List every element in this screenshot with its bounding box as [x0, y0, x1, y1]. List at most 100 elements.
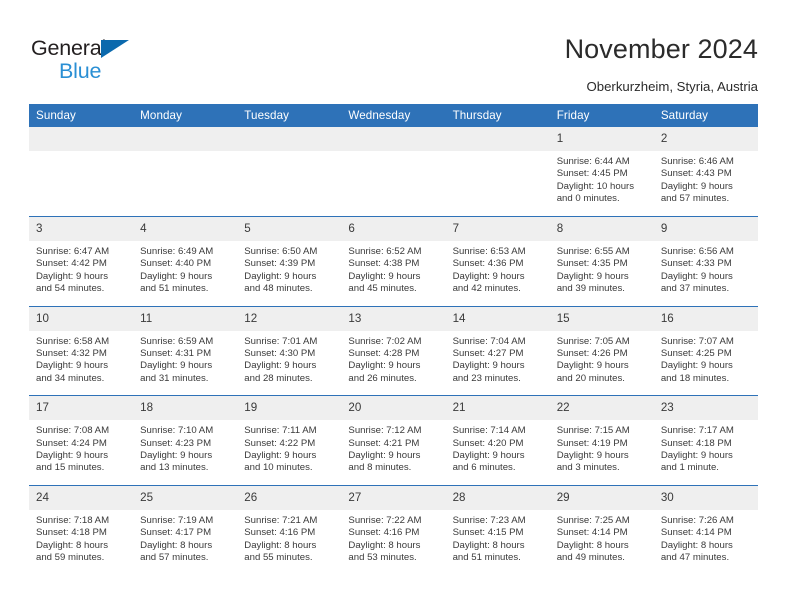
- day-cell[interactable]: 17 Sunrise: 7:08 AM Sunset: 4:24 PM Dayli…: [29, 395, 134, 486]
- day-details: Sunrise: 7:26 AM Sunset: 4:14 PM Dayligh…: [660, 514, 734, 563]
- day-details: Sunrise: 7:05 AM Sunset: 4:26 PM Dayligh…: [556, 335, 630, 384]
- day-cell[interactable]: 10 Sunrise: 6:58 AM Sunset: 4:32 PM Dayli…: [29, 305, 134, 396]
- day-details: Sunrise: 6:46 AM Sunset: 4:43 PM Dayligh…: [660, 156, 734, 205]
- day-number: 27: [341, 486, 446, 510]
- day-details: Sunrise: 7:01 AM Sunset: 4:30 PM Dayligh…: [244, 335, 318, 384]
- calendar-week-row: 1 Sunrise: 6:44 AM Sunset: 4:45 PM Daylig…: [29, 127, 758, 217]
- day-number: 13: [341, 307, 446, 331]
- day-details: Sunrise: 7:23 AM Sunset: 4:15 PM Dayligh…: [452, 514, 526, 563]
- day-number: 14: [445, 307, 550, 331]
- weekday-header-wednesday: Wednesday: [341, 104, 446, 127]
- day-number: [133, 127, 238, 151]
- general-blue-logo[interactable]: General Blue: [31, 37, 171, 84]
- day-number: 24: [29, 486, 134, 510]
- day-cell[interactable]: 20 Sunrise: 7:12 AM Sunset: 4:21 PM Dayli…: [341, 395, 446, 486]
- day-details: Sunrise: 6:47 AM Sunset: 4:42 PM Dayligh…: [36, 246, 110, 295]
- day-details: Sunrise: 7:11 AM Sunset: 4:22 PM Dayligh…: [244, 425, 317, 474]
- day-number: [445, 127, 550, 151]
- day-details: Sunrise: 7:22 AM Sunset: 4:16 PM Dayligh…: [348, 514, 422, 563]
- sunrise-sunset-calendar: Sunday Monday Tuesday Wednesday Thursday…: [29, 104, 758, 575]
- day-details: Sunrise: 7:19 AM Sunset: 4:17 PM Dayligh…: [140, 514, 214, 563]
- day-number: 15: [549, 307, 654, 331]
- day-cell[interactable]: 4 Sunrise: 6:49 AM Sunset: 4:40 PM Daylig…: [133, 216, 238, 307]
- day-cell[interactable]: 9 Sunrise: 6:56 AM Sunset: 4:33 PM Daylig…: [653, 216, 758, 307]
- day-details: Sunrise: 7:25 AM Sunset: 4:14 PM Dayligh…: [556, 514, 630, 563]
- day-details: Sunrise: 7:08 AM Sunset: 4:24 PM Dayligh…: [36, 425, 110, 474]
- day-details: Sunrise: 6:44 AM Sunset: 4:45 PM Dayligh…: [556, 156, 635, 205]
- day-number: 7: [445, 217, 550, 242]
- day-details: Sunrise: 6:58 AM Sunset: 4:32 PM Dayligh…: [36, 335, 110, 384]
- day-number: [237, 127, 342, 151]
- page-location: Oberkurzheim, Styria, Austria: [586, 79, 759, 94]
- calendar-header-row: Sunday Monday Tuesday Wednesday Thursday…: [29, 104, 758, 127]
- day-number: 1: [549, 127, 654, 151]
- day-cell[interactable]: 26 Sunrise: 7:21 AM Sunset: 4:16 PM Dayli…: [237, 484, 342, 575]
- day-number: 9: [653, 217, 758, 242]
- day-cell[interactable]: 22 Sunrise: 7:15 AM Sunset: 4:19 PM Dayli…: [549, 395, 654, 486]
- day-cell[interactable]: 1 Sunrise: 6:44 AM Sunset: 4:45 PM Daylig…: [549, 127, 654, 217]
- day-number: [341, 127, 446, 151]
- day-cell[interactable]: 24 Sunrise: 7:18 AM Sunset: 4:18 PM Dayli…: [29, 484, 134, 575]
- day-cell[interactable]: 23 Sunrise: 7:17 AM Sunset: 4:18 PM Dayli…: [653, 395, 758, 486]
- weekday-header-thursday: Thursday: [445, 104, 550, 127]
- day-cell[interactable]: 12 Sunrise: 7:01 AM Sunset: 4:30 PM Dayli…: [237, 305, 342, 396]
- day-cell[interactable]: [341, 127, 446, 217]
- day-number: 18: [133, 396, 238, 421]
- day-number: 12: [237, 307, 342, 331]
- day-details: Sunrise: 6:53 AM Sunset: 4:36 PM Dayligh…: [452, 246, 526, 295]
- day-cell[interactable]: 30 Sunrise: 7:26 AM Sunset: 4:14 PM Dayli…: [653, 484, 758, 575]
- logo-text-blue: Blue: [59, 58, 102, 83]
- day-cell[interactable]: 16 Sunrise: 7:07 AM Sunset: 4:25 PM Dayli…: [653, 305, 758, 396]
- weekday-header-sunday: Sunday: [29, 104, 134, 127]
- day-number: 4: [133, 217, 238, 242]
- day-cell[interactable]: 6 Sunrise: 6:52 AM Sunset: 4:38 PM Daylig…: [341, 216, 446, 307]
- day-details: Sunrise: 7:21 AM Sunset: 4:16 PM Dayligh…: [244, 514, 318, 563]
- day-cell[interactable]: 28 Sunrise: 7:23 AM Sunset: 4:15 PM Dayli…: [445, 484, 550, 575]
- day-cell[interactable]: 2 Sunrise: 6:46 AM Sunset: 4:43 PM Daylig…: [653, 127, 758, 217]
- day-cell[interactable]: [133, 127, 238, 217]
- day-cell[interactable]: 18 Sunrise: 7:10 AM Sunset: 4:23 PM Dayli…: [133, 395, 238, 486]
- day-details: Sunrise: 7:14 AM Sunset: 4:20 PM Dayligh…: [452, 425, 526, 474]
- day-number: 17: [29, 396, 134, 421]
- day-cell[interactable]: 3 Sunrise: 6:47 AM Sunset: 4:42 PM Daylig…: [29, 216, 134, 307]
- day-details: Sunrise: 7:07 AM Sunset: 4:25 PM Dayligh…: [660, 335, 734, 384]
- day-cell[interactable]: [445, 127, 550, 217]
- day-number: 20: [341, 396, 446, 421]
- day-number: 19: [237, 396, 342, 421]
- day-details: Sunrise: 6:56 AM Sunset: 4:33 PM Dayligh…: [660, 246, 734, 295]
- day-number: [29, 127, 134, 151]
- day-cell[interactable]: 29 Sunrise: 7:25 AM Sunset: 4:14 PM Dayli…: [549, 484, 654, 575]
- day-cell[interactable]: 15 Sunrise: 7:05 AM Sunset: 4:26 PM Dayli…: [549, 305, 654, 396]
- day-number: 8: [549, 217, 654, 242]
- day-details: Sunrise: 7:02 AM Sunset: 4:28 PM Dayligh…: [348, 335, 422, 384]
- day-details: Sunrise: 6:55 AM Sunset: 4:35 PM Dayligh…: [556, 246, 630, 295]
- logo-triangle-icon: [101, 40, 129, 58]
- day-cell[interactable]: 7 Sunrise: 6:53 AM Sunset: 4:36 PM Daylig…: [445, 216, 550, 307]
- day-number: 11: [133, 307, 238, 331]
- day-number: 26: [237, 486, 342, 510]
- day-cell[interactable]: 27 Sunrise: 7:22 AM Sunset: 4:16 PM Dayli…: [341, 484, 446, 575]
- day-details: Sunrise: 7:12 AM Sunset: 4:21 PM Dayligh…: [348, 425, 422, 474]
- day-cell[interactable]: 8 Sunrise: 6:55 AM Sunset: 4:35 PM Daylig…: [549, 216, 654, 307]
- day-details: Sunrise: 7:17 AM Sunset: 4:18 PM Dayligh…: [660, 425, 734, 474]
- day-number: 3: [29, 217, 134, 242]
- calendar-week-row: 3 Sunrise: 6:47 AM Sunset: 4:42 PM Daylig…: [29, 216, 758, 307]
- day-details: Sunrise: 6:49 AM Sunset: 4:40 PM Dayligh…: [140, 246, 214, 295]
- day-cell[interactable]: 19 Sunrise: 7:11 AM Sunset: 4:22 PM Dayli…: [237, 395, 342, 486]
- day-cell[interactable]: 14 Sunrise: 7:04 AM Sunset: 4:27 PM Dayli…: [445, 305, 550, 396]
- day-number: 29: [549, 486, 654, 510]
- calendar-week-row: 17 Sunrise: 7:08 AM Sunset: 4:24 PM Dayli…: [29, 395, 758, 486]
- day-number: 25: [133, 486, 238, 510]
- day-cell[interactable]: [29, 127, 134, 217]
- day-cell[interactable]: 25 Sunrise: 7:19 AM Sunset: 4:17 PM Dayli…: [133, 484, 238, 575]
- day-details: Sunrise: 7:18 AM Sunset: 4:18 PM Dayligh…: [36, 514, 110, 563]
- day-number: 10: [29, 307, 134, 331]
- day-cell[interactable]: 21 Sunrise: 7:14 AM Sunset: 4:20 PM Dayli…: [445, 395, 550, 486]
- day-cell[interactable]: 11 Sunrise: 6:59 AM Sunset: 4:31 PM Dayli…: [133, 305, 238, 396]
- day-cell[interactable]: 5 Sunrise: 6:50 AM Sunset: 4:39 PM Daylig…: [237, 216, 342, 307]
- day-cell[interactable]: [237, 127, 342, 217]
- day-cell[interactable]: 13 Sunrise: 7:02 AM Sunset: 4:28 PM Dayli…: [341, 305, 446, 396]
- day-number: 30: [653, 486, 758, 510]
- day-number: 16: [653, 307, 758, 331]
- weekday-header-friday: Friday: [549, 104, 654, 127]
